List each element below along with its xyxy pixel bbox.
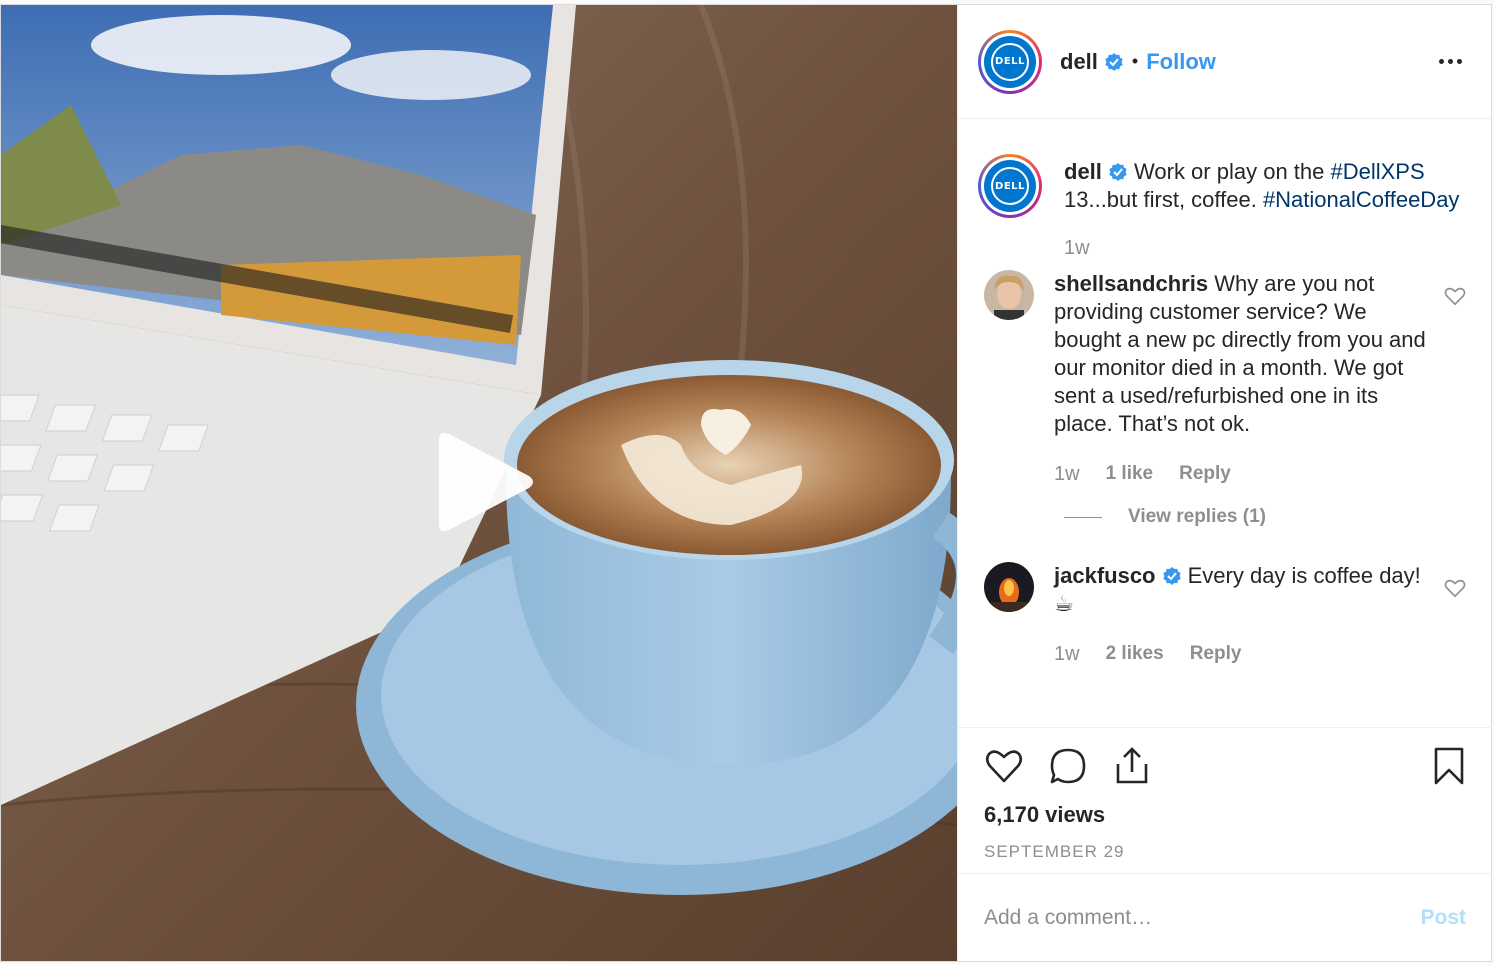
- add-comment-bar: Post: [958, 873, 1492, 961]
- avatar[interactable]: DELL: [978, 29, 1042, 94]
- verified-badge-icon: [1105, 52, 1123, 71]
- instagram-post: DELL dell • Follow DELL dell Work or pla…: [0, 4, 1492, 962]
- post-date[interactable]: SEPTEMBER 29: [984, 842, 1466, 862]
- comment-item: shellsandchris Why are you not providing…: [978, 270, 1472, 488]
- like-comment-heart-icon[interactable]: [1444, 286, 1466, 306]
- hashtag-link[interactable]: #NationalCoffeeDay: [1263, 187, 1460, 212]
- caption-username[interactable]: dell: [1064, 159, 1102, 184]
- comment-likes[interactable]: 1 like: [1106, 460, 1154, 488]
- comment-item: jackfusco Every day is coffee day! ☕ 1w …: [978, 562, 1472, 668]
- separator-dot: •: [1131, 51, 1139, 71]
- comment-input[interactable]: [984, 905, 1421, 930]
- comment-text: shellsandchris Why are you not providing…: [1054, 270, 1434, 488]
- share-icon[interactable]: [1112, 746, 1152, 786]
- comments-list[interactable]: DELL dell Work or play on the #DellXPS 1…: [958, 120, 1492, 725]
- commenter-avatar[interactable]: [984, 270, 1034, 320]
- comment-time[interactable]: 1w: [1054, 460, 1080, 488]
- follow-button[interactable]: Follow: [1146, 49, 1216, 75]
- view-replies-button[interactable]: View replies (1): [1064, 506, 1472, 528]
- dell-logo: DELL: [984, 35, 1036, 88]
- caption-time[interactable]: 1w: [1064, 234, 1090, 262]
- post-header: DELL dell • Follow: [958, 5, 1491, 119]
- caption-avatar[interactable]: DELL: [978, 154, 1042, 218]
- comment-bubble-icon[interactable]: [1048, 746, 1088, 786]
- commenter-avatar[interactable]: [984, 562, 1034, 612]
- save-bookmark-icon[interactable]: [1432, 746, 1466, 786]
- hashtag-link[interactable]: #DellXPS: [1330, 159, 1424, 184]
- verified-badge-icon: [1109, 163, 1127, 181]
- replies-divider: [1064, 516, 1102, 518]
- like-heart-icon[interactable]: [984, 746, 1024, 786]
- post-actions: 6,170 views SEPTEMBER 29: [958, 727, 1492, 862]
- reply-button[interactable]: Reply: [1179, 460, 1231, 488]
- post-video[interactable]: [1, 5, 957, 961]
- reply-button[interactable]: Reply: [1190, 640, 1242, 668]
- comment-username[interactable]: jackfusco: [1054, 563, 1156, 588]
- comment-text: jackfusco Every day is coffee day! ☕ 1w …: [1054, 562, 1434, 668]
- caption-text: dell Work or play on the #DellXPS 13...b…: [1064, 158, 1464, 262]
- verified-badge-icon: [1162, 567, 1181, 585]
- comment-time[interactable]: 1w: [1054, 640, 1080, 668]
- view-count[interactable]: 6,170 views: [984, 802, 1466, 828]
- play-icon[interactable]: [431, 430, 535, 534]
- post-comment-button[interactable]: Post: [1420, 906, 1466, 930]
- caption: DELL dell Work or play on the #DellXPS 1…: [978, 154, 1472, 262]
- comment-username[interactable]: shellsandchris: [1054, 271, 1208, 296]
- more-options-icon[interactable]: [1439, 51, 1465, 71]
- comment-likes[interactable]: 2 likes: [1106, 640, 1164, 668]
- like-comment-heart-icon[interactable]: [1444, 578, 1466, 598]
- header-username[interactable]: dell: [1060, 49, 1098, 75]
- post-details-panel: DELL dell • Follow DELL dell Work or pla…: [957, 5, 1492, 961]
